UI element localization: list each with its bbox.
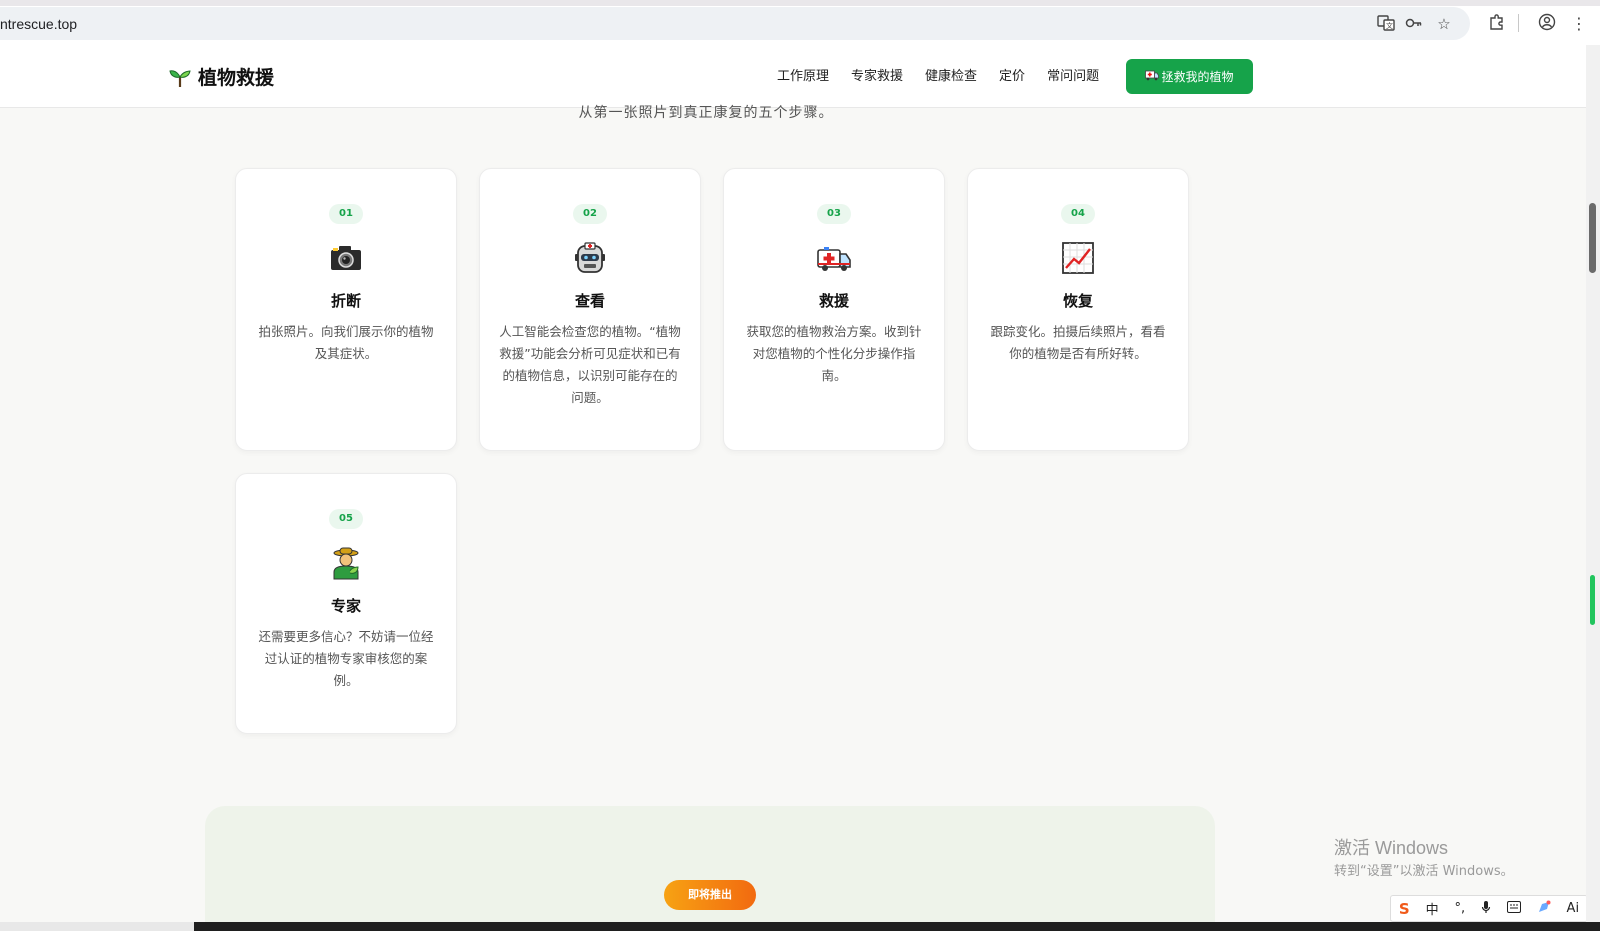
menu-dots-icon[interactable]: ⋮ <box>1568 13 1590 35</box>
url-text[interactable]: ntrescue.top <box>0 16 77 32</box>
keyboard-icon[interactable] <box>1506 900 1521 917</box>
translate-icon[interactable]: 文 <box>1376 14 1396 34</box>
step-number: 04 <box>1061 204 1095 224</box>
step-description: 拍张照片。向我们展示你的植物及其症状。 <box>258 324 434 361</box>
scroll-thumb[interactable] <box>1589 203 1596 273</box>
camera-icon <box>328 240 364 276</box>
punctuation-icon[interactable]: °, <box>1454 901 1465 916</box>
coming-soon-panel <box>205 806 1215 931</box>
nav-faq[interactable]: 常问问题 <box>1047 65 1099 84</box>
save-my-plant-button[interactable]: 拯救我的植物 <box>1126 59 1253 94</box>
main-nav: 工作原理 专家救援 健康检查 定价 常问问题 <box>777 65 1099 84</box>
step-number: 05 <box>329 509 363 529</box>
microphone-icon[interactable] <box>1481 900 1491 918</box>
step-title: 恢复 <box>1062 292 1093 310</box>
step-description: 人工智能会检查您的植物。“植物救援”功能会分析可见症状和已有的植物信息，以识别可… <box>499 324 681 405</box>
nav-health-check[interactable]: 健康检查 <box>925 65 977 84</box>
section-subtitle: 从第一张照片到真正康复的五个步骤。 <box>578 105 834 121</box>
sogou-logo-icon[interactable]: S <box>1399 900 1410 918</box>
profile-icon[interactable] <box>1536 13 1558 35</box>
step-card-1: 01 折断 拍张照片。向我们展示你的植物及其症状。 <box>235 168 457 451</box>
farmer-icon <box>328 545 364 581</box>
windows-activation-title: 激活 Windows <box>1334 838 1449 858</box>
ime-toolbar[interactable]: S 中 °, Ai <box>1390 895 1588 922</box>
tab-strip <box>0 0 1600 6</box>
skin-icon[interactable] <box>1537 900 1551 918</box>
windows-activation-subtitle: 转到“设置”以激活 Windows。 <box>1334 864 1514 879</box>
step-description: 获取您的植物救治方案。收到针对您植物的个性化分步操作指南。 <box>746 324 922 383</box>
taskbar-search[interactable] <box>0 922 194 931</box>
address-bar[interactable]: ntrescue.top 文 ☆ <box>0 7 1470 40</box>
toolbar-separator <box>1518 14 1519 32</box>
ime-ai-button[interactable]: Ai <box>1567 901 1580 916</box>
robot-doctor-icon <box>572 240 608 276</box>
step-card-2: 02 查看 人工智能会检查您的植物。“植物救援”功能会分析可见症状和已有的植物信… <box>479 168 701 451</box>
brand[interactable]: 植物救援 <box>168 63 274 90</box>
brand-name: 植物救援 <box>198 67 275 89</box>
password-key-icon[interactable] <box>1404 14 1424 34</box>
ambulance-icon <box>816 240 852 276</box>
ambulance-icon <box>1145 70 1160 84</box>
ime-language-toggle[interactable]: 中 <box>1426 899 1439 918</box>
step-description: 还需要更多信心？不妨请一位经过认证的植物专家审核您的案例。 <box>258 629 434 688</box>
cta-label: 拯救我的植物 <box>1161 70 1234 84</box>
step-card-3: 03 救援 获取您的植物救治方案。收到针对您植物的个性化分步操作指南。 <box>723 168 945 451</box>
chart-increasing-icon <box>1060 240 1096 276</box>
browser-toolbar: ntrescue.top 文 ☆ ⋮ <box>0 0 1600 45</box>
step-number: 02 <box>573 204 607 224</box>
seedling-logo-icon <box>168 65 192 89</box>
page-scrollbar[interactable] <box>1586 45 1600 931</box>
step-title: 救援 <box>818 292 849 310</box>
nav-pricing[interactable]: 定价 <box>999 65 1025 84</box>
windows-taskbar <box>0 922 1600 931</box>
step-card-5: 05 专家 还需要更多信心？不妨请一位经过认证的植物专家审核您的案例。 <box>235 473 457 734</box>
scroll-indicator <box>1590 575 1595 625</box>
step-description: 跟踪变化。拍摄后续照片，看看你的植物是否有所好转。 <box>990 324 1166 361</box>
nav-how-it-works[interactable]: 工作原理 <box>777 65 829 84</box>
step-title: 查看 <box>574 292 605 310</box>
coming-soon-badge: 即将推出 <box>664 880 756 910</box>
step-title: 折断 <box>330 292 361 310</box>
bookmark-star-icon[interactable]: ☆ <box>1434 14 1454 34</box>
site-header: 植物救援 工作原理 专家救援 健康检查 定价 常问问题 拯救我的植物 <box>0 45 1586 108</box>
step-card-4: 04 恢复 跟踪变化。拍摄后续照片，看看你的植物是否有所好转。 <box>967 168 1189 451</box>
svg-text:文: 文 <box>1386 21 1393 30</box>
extensions-puzzle-icon[interactable] <box>1486 13 1508 35</box>
step-title: 专家 <box>330 597 361 615</box>
nav-expert-rescue[interactable]: 专家救援 <box>851 65 903 84</box>
step-number: 01 <box>329 204 363 224</box>
step-number: 03 <box>817 204 851 224</box>
